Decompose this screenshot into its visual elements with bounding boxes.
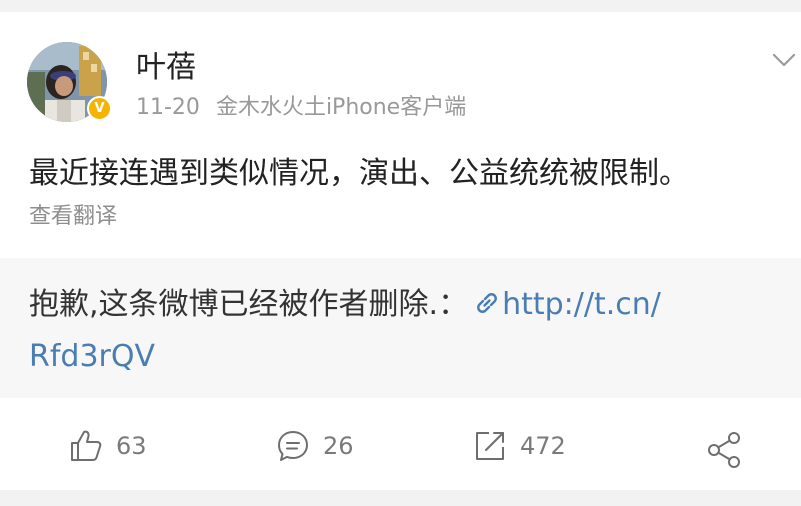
share-icon: [708, 432, 740, 468]
translate-link[interactable]: 查看翻译: [29, 202, 117, 232]
post-source: 金木水火土iPhone客户端: [215, 95, 467, 120]
like-button[interactable]: 63: [68, 424, 147, 468]
repost-button[interactable]: 472: [472, 424, 566, 468]
post-text: 最近接连遇到类似情况，演出、公益统统被限制。: [29, 156, 689, 191]
repost-icon: [476, 432, 504, 460]
deleted-notice: 抱歉,这条微博已经被作者删除.：: [29, 287, 469, 322]
share-button[interactable]: [704, 428, 744, 472]
repost-box[interactable]: 抱歉,这条微博已经被作者删除.： http://t.cn/ Rfd3rQV: [0, 258, 801, 398]
repost-count: 472: [520, 432, 566, 460]
short-link-part-2[interactable]: Rfd3rQV: [29, 337, 155, 377]
like-count: 63: [116, 432, 147, 460]
post-meta: 11-20 金木水火土iPhone客户端: [136, 94, 466, 122]
post-card: V 叶蓓 11-20 金木水火土iPhone客户端 最近接连遇到类似情况，演出、公…: [0, 12, 801, 490]
thumbs-up-icon: [71, 430, 102, 461]
weibo-post-page: V 叶蓓 11-20 金木水火土iPhone客户端 最近接连遇到类似情况，演出、公…: [0, 0, 801, 506]
chevron-down-icon[interactable]: [770, 50, 798, 70]
username[interactable]: 叶蓓: [136, 50, 196, 86]
verified-badge-icon: V: [87, 96, 112, 121]
post-date: 11-20: [136, 95, 200, 120]
comment-icon: [278, 431, 308, 461]
comment-count: 26: [323, 432, 354, 460]
comment-button[interactable]: 26: [275, 424, 354, 468]
repost-line-1: 抱歉,这条微博已经被作者删除.： http://t.cn/: [29, 285, 661, 325]
short-link-part-1[interactable]: http://t.cn/: [502, 287, 661, 322]
link-icon: [477, 293, 497, 313]
